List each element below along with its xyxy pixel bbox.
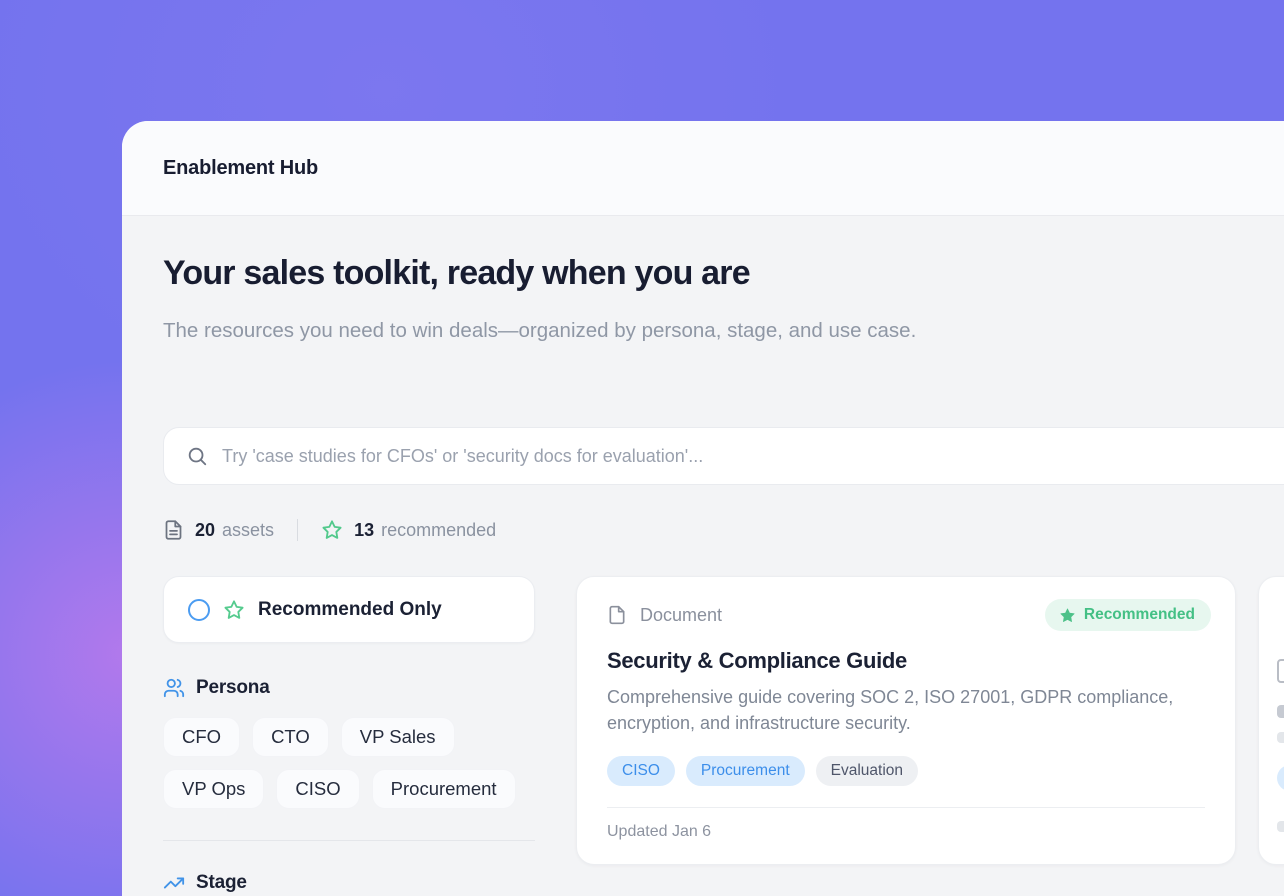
persona-chip[interactable]: CFO bbox=[163, 717, 240, 757]
card-description-stub bbox=[1277, 732, 1284, 743]
card-divider bbox=[607, 807, 1205, 808]
asset-card-security-compliance-guide[interactable]: Document Recommended Security & Complian… bbox=[576, 576, 1236, 865]
asset-cards: Document Recommended Security & Complian… bbox=[576, 576, 1284, 865]
recommended-only-label: Recommended Only bbox=[258, 599, 442, 621]
card-tag[interactable]: CISO bbox=[607, 756, 675, 786]
radio-circle[interactable] bbox=[188, 599, 210, 621]
page-title: Your sales toolkit, ready when you are bbox=[163, 254, 750, 293]
star-filled-icon bbox=[1059, 607, 1076, 624]
recommended-label: recommended bbox=[381, 520, 496, 541]
persona-chip[interactable]: VP Ops bbox=[163, 769, 264, 809]
main-row: Recommended Only Persona CFOCTOVP bbox=[122, 576, 1284, 896]
search-bar[interactable] bbox=[163, 427, 1284, 485]
search-icon bbox=[186, 445, 208, 467]
stage-label: Stage bbox=[196, 872, 247, 894]
persona-section-header: Persona bbox=[163, 677, 535, 699]
stats-row: 20 assets 13 recommended bbox=[163, 517, 496, 543]
file-icon bbox=[1277, 659, 1284, 683]
assets-count: 20 bbox=[195, 520, 215, 541]
card-type-label: Document bbox=[640, 605, 722, 626]
card-tags: CISO Procurement Evaluation bbox=[607, 756, 1205, 786]
recommended-badge-label: Recommended bbox=[1084, 606, 1195, 624]
panel-header: Enablement Hub bbox=[122, 121, 1284, 216]
filters-sidebar: Recommended Only Persona CFOCTOVP bbox=[163, 576, 535, 894]
page-subtitle: The resources you need to win deals—orga… bbox=[163, 312, 983, 349]
stats-divider bbox=[297, 519, 298, 541]
file-icon bbox=[607, 603, 627, 627]
assets-label: assets bbox=[222, 520, 274, 541]
recommended-badge: Recommended bbox=[1045, 599, 1211, 631]
card-description: Comprehensive guide covering SOC 2, ISO … bbox=[607, 685, 1207, 736]
persona-chips: CFO CTO VP Sales VP Ops CISO Procurement bbox=[163, 717, 535, 809]
app-title: Enablement Hub bbox=[163, 157, 318, 180]
card-tag[interactable]: Procurement bbox=[686, 756, 805, 786]
search-input[interactable] bbox=[222, 446, 1284, 467]
enablement-hub-panel: Enablement Hub Your sales toolkit, ready… bbox=[122, 121, 1284, 896]
card-title-stub bbox=[1277, 705, 1284, 718]
persona-label: Persona bbox=[196, 677, 270, 699]
card-title: Security & Compliance Guide bbox=[607, 648, 1205, 674]
persona-chip[interactable]: CTO bbox=[252, 717, 329, 757]
card-tag-stub bbox=[1277, 765, 1284, 791]
persona-chip[interactable]: VP Sales bbox=[341, 717, 455, 757]
card-updated: Updated Jan 6 bbox=[607, 823, 1205, 841]
stage-section-header: Stage bbox=[163, 872, 535, 894]
persona-chip[interactable]: CISO bbox=[276, 769, 359, 809]
persona-chip[interactable]: Procurement bbox=[372, 769, 516, 809]
trending-up-icon bbox=[163, 872, 185, 894]
filters-divider bbox=[163, 840, 535, 841]
file-text-icon bbox=[163, 518, 184, 542]
card-tag[interactable]: Evaluation bbox=[816, 756, 918, 786]
recommended-count: 13 bbox=[354, 520, 374, 541]
asset-card-partial[interactable] bbox=[1258, 576, 1284, 865]
recommended-only-toggle[interactable]: Recommended Only bbox=[163, 576, 535, 643]
users-icon bbox=[163, 677, 185, 699]
star-icon bbox=[223, 599, 245, 621]
star-icon bbox=[321, 519, 343, 541]
card-updated-stub bbox=[1277, 821, 1284, 832]
screen: Enablement Hub Your sales toolkit, ready… bbox=[0, 0, 1284, 896]
panel-content: Your sales toolkit, ready when you are T… bbox=[122, 216, 1284, 896]
